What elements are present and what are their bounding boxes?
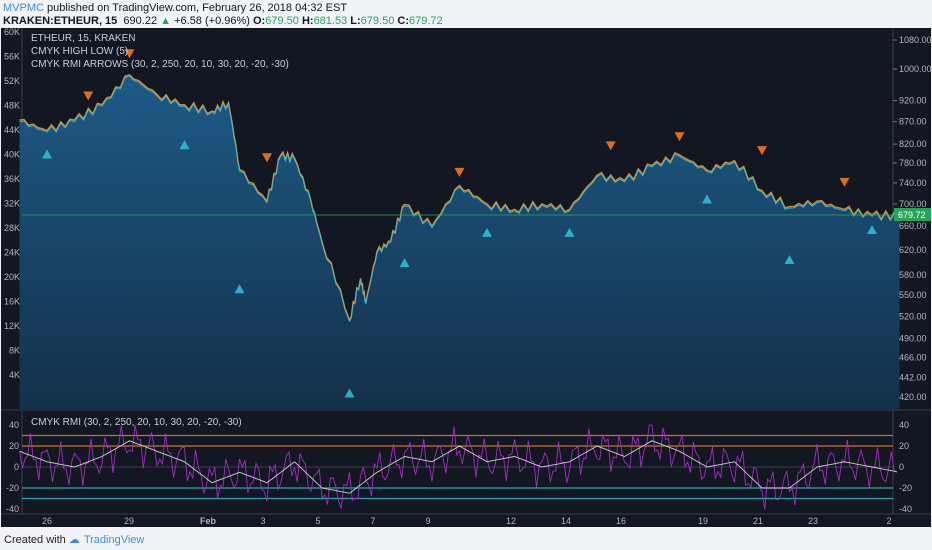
created-with: Created with <box>4 534 66 546</box>
legend-series[interactable]: ETHEUR, 15, KRAKEN <box>31 33 135 44</box>
x-tick-label: 9 <box>425 516 430 526</box>
symbol: KRAKEN:ETHEUR, 15 <box>3 15 118 27</box>
left-y-tick-label: 20K <box>4 272 20 282</box>
high-label: H: <box>301 15 314 27</box>
left-y-tick-label: 48K <box>4 101 20 111</box>
rmi-y-tick-label: -20 <box>6 483 19 493</box>
rmi-y-tick-label-right: 40 <box>899 420 909 430</box>
left-y-tick-label: 52K <box>4 76 20 86</box>
x-tick-label: 14 <box>561 516 571 526</box>
chart-canvas[interactable]: 1080.001000.00920.00870.00820.00780.0074… <box>0 0 932 528</box>
up-triangle-icon: ▲ <box>160 15 172 27</box>
left-y-tick-label: 36K <box>4 174 20 184</box>
y-tick-label: 550.00 <box>899 290 927 300</box>
rmi-y-tick-label: 0 <box>14 462 19 472</box>
rmi-y-tick-label: -40 <box>6 504 19 514</box>
x-tick-label: 12 <box>506 516 516 526</box>
left-y-tick-label: 44K <box>4 125 20 135</box>
x-tick-label: 29 <box>124 516 134 526</box>
tradingview-logo-icon: ☁ <box>68 534 80 546</box>
y-tick-label: 466.00 <box>899 353 927 363</box>
left-y-tick-label: 56K <box>4 52 20 62</box>
symbol-info: KRAKEN:ETHEUR, 15 690.22 ▲ +6.58 (+0.96%… <box>3 15 443 27</box>
y-tick-label: 820.00 <box>899 139 927 149</box>
high-value: 681.53 <box>313 15 348 27</box>
x-tick-label: 19 <box>698 516 708 526</box>
left-y-tick-label: 60K <box>4 27 20 37</box>
legend-rmi-arrows[interactable]: CMYK RMI ARROWS (30, 2, 250, 20, 10, 30,… <box>31 59 289 70</box>
x-tick-label: 3 <box>260 516 265 526</box>
y-tick-label: 920.00 <box>899 96 927 106</box>
rmi-y-tick-label-right: 0 <box>899 462 904 472</box>
last-price: 690.22 <box>123 15 158 27</box>
publisher-link[interactable]: MVPMC <box>3 2 44 14</box>
close-label: C: <box>397 15 409 27</box>
y-tick-label: 520.00 <box>899 311 927 321</box>
x-tick-label: 2 <box>886 516 891 526</box>
y-tick-label: 490.00 <box>899 334 927 344</box>
open-value: 679.50 <box>265 15 299 27</box>
y-tick-label: 870.00 <box>899 117 927 127</box>
close-value: 679.72 <box>409 15 443 27</box>
x-tick-label: 23 <box>808 516 818 526</box>
x-tick-label: 5 <box>315 516 320 526</box>
rmi-y-tick-label-right: -20 <box>899 483 912 493</box>
left-y-tick-label: 8K <box>9 346 20 356</box>
open-label: O: <box>253 15 266 27</box>
rmi-y-tick-label-right: 20 <box>899 441 909 451</box>
rmi-y-tick-label: 40 <box>9 420 19 430</box>
change: +6.58 (+0.96%) <box>174 15 250 27</box>
y-tick-label: 1080.00 <box>899 35 932 45</box>
x-tick-label: Feb <box>200 516 217 526</box>
footer: Created with ☁ TradingView <box>4 533 144 546</box>
low-value: 679.50 <box>360 15 395 27</box>
y-tick-label: 620.00 <box>899 245 927 255</box>
left-y-tick-label: 4K <box>9 370 20 380</box>
y-tick-label: 740.00 <box>899 178 927 188</box>
publish-info: MVPMC published on TradingView.com, Febr… <box>3 2 347 14</box>
left-y-tick-label: 24K <box>4 248 20 258</box>
left-y-tick-label: 16K <box>4 297 20 307</box>
published-text: published on TradingView.com, February 2… <box>47 2 348 14</box>
x-tick-label: 7 <box>370 516 375 526</box>
left-y-tick-label: 28K <box>4 223 20 233</box>
left-y-tick-label: 32K <box>4 199 20 209</box>
y-tick-label: 660.00 <box>899 221 927 231</box>
legend-high-low[interactable]: CMYK HIGH LOW (5) <box>31 46 128 57</box>
rmi-y-tick-label-right: -40 <box>899 504 912 514</box>
last-price-label: 679.72 <box>898 210 926 220</box>
y-tick-label: 700.00 <box>899 199 927 209</box>
x-tick-label: 16 <box>616 516 626 526</box>
x-tick-label: 21 <box>753 516 763 526</box>
y-tick-label: 1000.00 <box>899 64 932 74</box>
tradingview-link[interactable]: TradingView <box>84 534 145 546</box>
rmi-y-tick-label: 20 <box>9 441 19 451</box>
legend-rmi[interactable]: CMYK RMI (30, 2, 250, 20, 10, 30, 20, -2… <box>31 417 242 428</box>
y-tick-label: 580.00 <box>899 270 927 280</box>
y-tick-label: 442.00 <box>899 373 927 383</box>
y-tick-label: 420.00 <box>899 392 927 402</box>
left-y-tick-label: 12K <box>4 321 20 331</box>
left-y-tick-label: 40K <box>4 150 20 160</box>
low-label: L: <box>350 15 361 27</box>
y-tick-label: 780.00 <box>899 158 927 168</box>
x-tick-label: 26 <box>42 516 52 526</box>
